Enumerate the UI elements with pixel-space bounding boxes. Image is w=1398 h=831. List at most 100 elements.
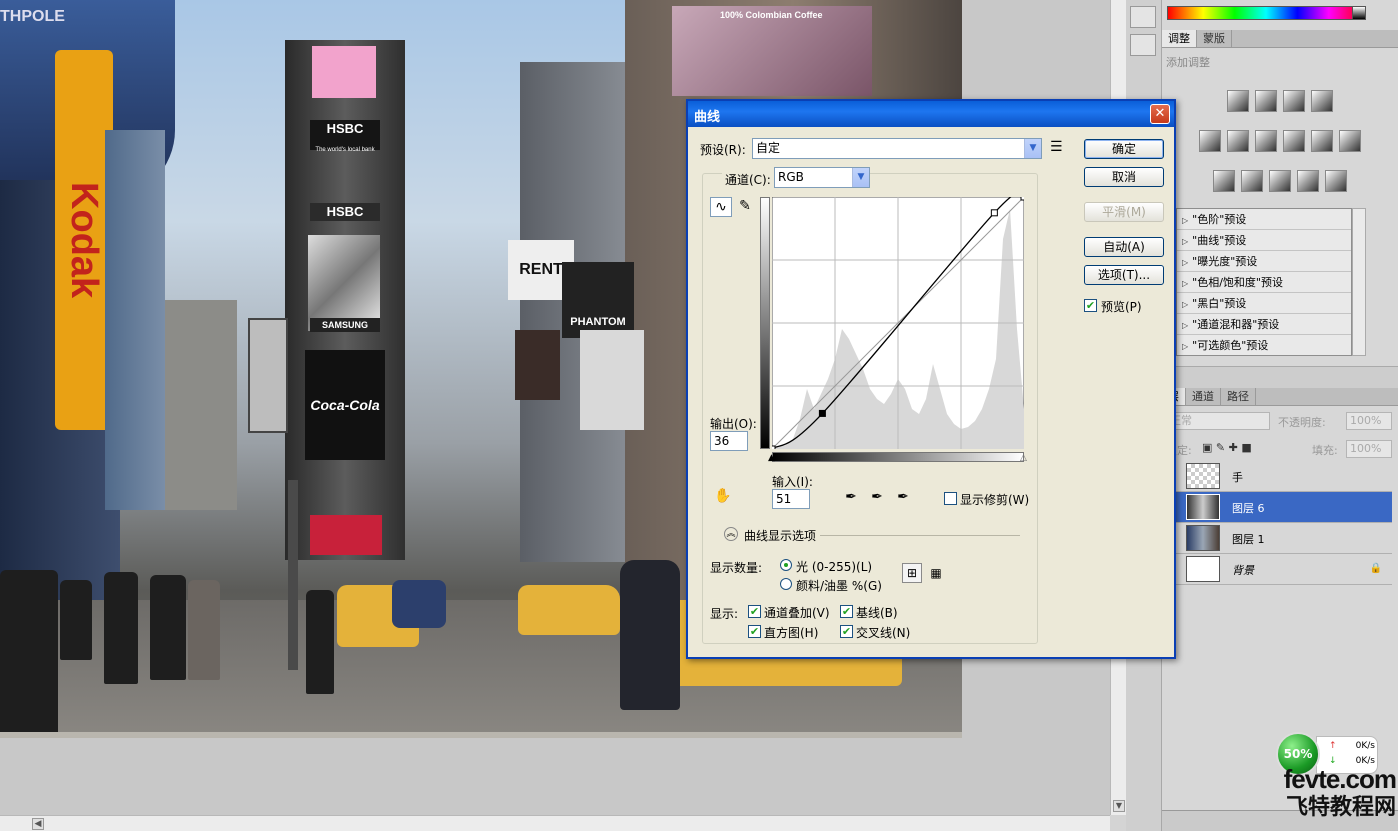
chevron-down-icon[interactable]: ▼	[852, 168, 869, 187]
coffee-billboard: 100% Colombian Coffee	[672, 6, 872, 96]
black-white-swatch[interactable]	[1352, 6, 1366, 20]
light-radio[interactable]	[780, 559, 792, 571]
options-button[interactable]: 选项(T)...	[1084, 265, 1164, 285]
auto-button[interactable]: 自动(A)	[1084, 237, 1164, 257]
color-balance-icon[interactable]	[1255, 130, 1277, 152]
simple-grid-icon[interactable]: ⊞	[902, 563, 922, 583]
red-screen	[310, 515, 382, 555]
white-eyedropper-icon[interactable]: ✒	[892, 488, 914, 508]
mid-left-building	[165, 300, 237, 510]
layer-row[interactable]: 背景 🔒	[1176, 554, 1392, 585]
lamp-post	[288, 480, 298, 670]
brightness-icon[interactable]	[1227, 90, 1249, 112]
preset-select[interactable]: 自定 ▼	[752, 138, 1042, 159]
adjustments-tabs: 调整 蒙版	[1162, 30, 1398, 48]
blend-mode-select[interactable]: 正常	[1166, 412, 1270, 430]
show-clipping-checkbox[interactable]	[944, 492, 957, 505]
curves-icon[interactable]	[1283, 90, 1305, 112]
preset-item[interactable]: ▷ "色相/饱和度"预设	[1177, 272, 1351, 293]
preset-item[interactable]: ▷ "可选颜色"预设	[1177, 335, 1351, 356]
preset-item[interactable]: ▷ "曲线"预设	[1177, 230, 1351, 251]
baseline-checkbox[interactable]: ✔	[840, 605, 853, 618]
layer-row[interactable]: 手	[1176, 461, 1392, 492]
preset-item[interactable]: ▷ "曝光度"预设	[1177, 251, 1351, 272]
levels-icon[interactable]	[1255, 90, 1277, 112]
color-spectrum[interactable]	[1167, 6, 1365, 20]
pedestrian	[104, 572, 138, 684]
input-gradient-bar	[772, 452, 1024, 462]
adjustment-icons-row-3	[1162, 170, 1398, 192]
panel-toggle-icon[interactable]	[1130, 6, 1156, 28]
selective-color-icon[interactable]	[1325, 170, 1347, 192]
horizontal-scrollbar[interactable]: ◀	[0, 815, 1110, 831]
scroll-left-icon[interactable]: ◀	[32, 818, 44, 830]
channel-overlay-checkbox[interactable]: ✔	[748, 605, 761, 618]
pigment-label: 颜料/油墨 %(G)	[796, 579, 882, 593]
dialog-titlebar[interactable]: 曲线 ✕	[688, 101, 1174, 127]
coca-cola-sign: Coca-Cola	[305, 350, 385, 460]
curve-point-selected[interactable]	[818, 409, 826, 417]
channel-label: 通道(C):	[722, 171, 774, 188]
gradient-map-icon[interactable]	[1297, 170, 1319, 192]
preset-item[interactable]: ▷ "色阶"预设	[1177, 209, 1351, 230]
black-eyedropper-icon[interactable]: ✒	[840, 488, 862, 508]
fill-label: 填充:	[1312, 444, 1338, 457]
lock-icons[interactable]: ▣ ✎ ✚ ■	[1202, 441, 1252, 454]
layer-row[interactable]: 图层 1	[1176, 523, 1392, 554]
curve-point-tool-icon[interactable]: ∿	[710, 197, 732, 217]
preset-item[interactable]: ▷ "通道混和器"预设	[1177, 314, 1351, 335]
fill-field[interactable]: 100%	[1346, 440, 1392, 458]
gray-eyedropper-icon[interactable]: ✒	[866, 488, 888, 508]
expand-triangle-icon: ▷	[1182, 258, 1189, 267]
scroll-down-icon[interactable]: ▼	[1113, 800, 1125, 812]
presets-scrollbar[interactable]	[1352, 208, 1366, 356]
layer-thumbnail	[1186, 494, 1220, 520]
photo-filter-icon[interactable]	[1311, 130, 1333, 152]
vibrance-icon[interactable]	[1199, 130, 1221, 152]
curve-point[interactable]	[1020, 197, 1024, 201]
black-point-slider-icon[interactable]: ▲	[768, 453, 775, 463]
tab-masks[interactable]: 蒙版	[1197, 30, 1232, 47]
close-icon[interactable]: ✕	[1150, 104, 1170, 124]
cancel-button[interactable]: 取消	[1084, 167, 1164, 187]
curve-point[interactable]	[990, 209, 998, 217]
hue-saturation-icon[interactable]	[1227, 130, 1249, 152]
tab-adjustments[interactable]: 调整	[1162, 30, 1197, 47]
chevron-down-icon[interactable]: ▼	[1024, 139, 1041, 158]
curve-graph[interactable]	[772, 197, 1024, 449]
intersection-checkbox[interactable]: ✔	[840, 625, 853, 638]
ok-button[interactable]: 确定	[1084, 139, 1164, 159]
channel-mixer-icon[interactable]	[1339, 130, 1361, 152]
tab-paths[interactable]: 路径	[1221, 388, 1256, 405]
preset-options-icon[interactable]: ☰	[1050, 139, 1063, 155]
curve-point[interactable]	[772, 445, 776, 449]
on-image-adjust-icon[interactable]: ✋	[712, 487, 734, 507]
invert-icon[interactable]	[1213, 170, 1235, 192]
preset-item[interactable]: ▷ "黑白"预设	[1177, 293, 1351, 314]
histogram-checkbox[interactable]: ✔	[748, 625, 761, 638]
output-field[interactable]: 36	[710, 431, 748, 451]
pencil-icon[interactable]: ✎	[734, 197, 756, 217]
panel-toggle-icon[interactable]	[1130, 34, 1156, 56]
pedestrian	[0, 570, 58, 738]
pigment-radio[interactable]	[780, 578, 792, 590]
expand-triangle-icon: ▷	[1182, 300, 1189, 309]
tab-channels[interactable]: 通道	[1186, 388, 1221, 405]
black-white-icon[interactable]	[1283, 130, 1305, 152]
exposure-icon[interactable]	[1311, 90, 1333, 112]
threshold-icon[interactable]	[1269, 170, 1291, 192]
expand-triangle-icon: ▷	[1182, 237, 1189, 246]
detailed-grid-icon[interactable]: ▦	[926, 563, 946, 583]
collapse-chevron-icon[interactable]: ︽	[724, 527, 738, 541]
channel-select[interactable]: RGB ▼	[774, 167, 870, 188]
preview-checkbox[interactable]: ✔	[1084, 299, 1097, 312]
opacity-field[interactable]: 100%	[1346, 412, 1392, 430]
posterize-icon[interactable]	[1241, 170, 1263, 192]
white-point-slider-icon[interactable]: △	[1020, 453, 1027, 463]
smooth-button[interactable]: 平滑(M)	[1084, 202, 1164, 222]
input-field[interactable]: 51	[772, 489, 810, 509]
face-billboard	[515, 330, 560, 400]
layer-row-selected[interactable]: 图层 6	[1176, 492, 1392, 523]
adjustment-footer-row	[1162, 366, 1398, 388]
glass-tower	[105, 130, 165, 510]
